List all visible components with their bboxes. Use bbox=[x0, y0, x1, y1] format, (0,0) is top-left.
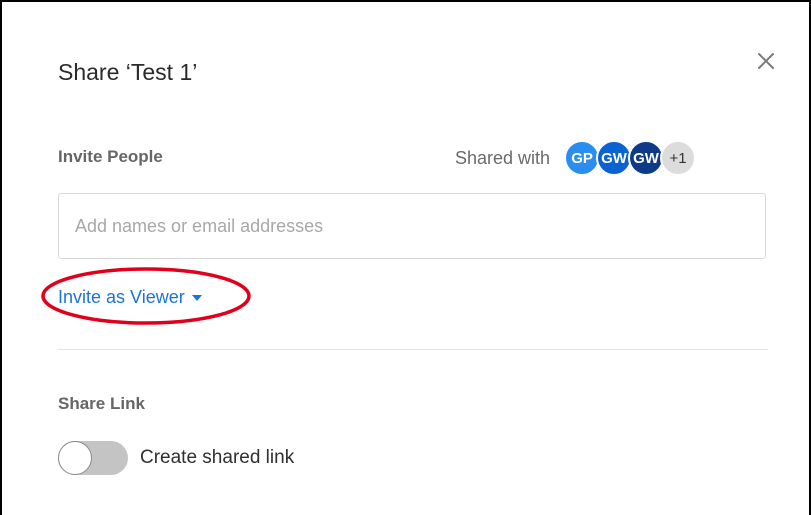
close-icon-graphic bbox=[758, 53, 774, 69]
avatar[interactable]: GP bbox=[564, 140, 601, 176]
share-link-heading: Share Link bbox=[58, 394, 145, 413]
shared-with-label: Shared with bbox=[455, 147, 551, 168]
shared-link-toggle-label: Create shared link bbox=[140, 447, 295, 468]
dialog-title: Share ‘Test 1’ bbox=[58, 59, 198, 85]
caret-down-icon bbox=[191, 295, 202, 301]
shared-link-toggle[interactable] bbox=[58, 441, 128, 475]
more-shared-count[interactable]: +1 bbox=[660, 140, 697, 176]
shared-link-toggle-row: Create shared link bbox=[58, 440, 294, 476]
invite-email-input[interactable] bbox=[59, 194, 765, 258]
toggle-knob bbox=[58, 441, 92, 475]
shared-avatars[interactable]: GP GW GW +1 bbox=[564, 140, 697, 176]
section-divider bbox=[58, 349, 768, 350]
invite-role-label: Invite as Viewer bbox=[58, 287, 185, 307]
close-icon[interactable] bbox=[754, 49, 778, 73]
share-dialog: Share ‘Test 1’ Invite People Shared with… bbox=[0, 0, 807, 513]
shared-with-summary: Shared with GP GW GW +1 bbox=[455, 140, 697, 176]
avatar[interactable]: GW bbox=[596, 140, 633, 176]
invite-input-container bbox=[58, 193, 766, 259]
invite-role-dropdown[interactable]: Invite as Viewer bbox=[58, 284, 202, 310]
avatar[interactable]: GW bbox=[628, 140, 665, 176]
invite-people-heading: Invite People bbox=[58, 147, 163, 166]
